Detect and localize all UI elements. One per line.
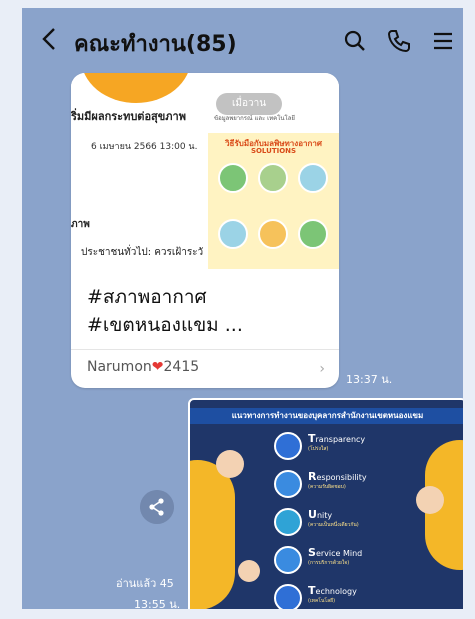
person-illustration xyxy=(416,486,444,514)
solutions-poster: วิธีรับมือกับมลพิษทางอากาศ SOLUTIONS xyxy=(208,133,339,269)
value-word: Service Mind xyxy=(308,546,362,559)
search-icon[interactable] xyxy=(342,28,368,54)
message-time: 13:55 น. xyxy=(134,598,181,609)
read-status: อ่านแล้ว 45 xyxy=(116,577,174,590)
value-description: (การบริการด้วยใจ) xyxy=(308,560,350,566)
post-author[interactable]: Narumon❤2415 xyxy=(87,359,199,375)
post-thumbnail-left: ริ่มมีผลกระทบต่อสุขภาพ 6 เมษายน 2566 13:… xyxy=(71,73,207,269)
author-suffix: 2415 xyxy=(163,359,200,375)
value-letter: S xyxy=(308,546,316,559)
puzzle-icon xyxy=(274,508,302,536)
person-icon xyxy=(274,470,302,498)
left-border xyxy=(0,0,22,619)
value-description: (เทคโนโลยี) xyxy=(308,598,336,604)
date-pill: เมื่อวาน xyxy=(216,93,282,115)
chat-room: คณะทำงาน(85) ริ่มมีผลกระทบต่อสุขภาพ 6 เม… xyxy=(22,8,463,609)
top-border xyxy=(0,0,475,8)
image-title: แนวทางการทำงานของบุคลากรสำนักงานเขตหนองแ… xyxy=(190,408,463,424)
value-letter: T xyxy=(308,432,316,445)
value-rest: ransparency xyxy=(315,435,366,444)
thumbnail-caption: ข้อมูลพยากรณ์ และ เทคโนโลยี xyxy=(214,115,295,122)
value-word: Transparency xyxy=(308,432,365,445)
post-thumbnail-right: เมื่อวาน ข้อมูลพยากรณ์ และ เทคโนโลยี วิธ… xyxy=(208,73,339,269)
value-description: (ความรับผิดชอบ) xyxy=(308,484,346,490)
poster-subtitle: SOLUTIONS xyxy=(250,147,297,155)
value-word: Technology xyxy=(308,584,357,597)
person-illustration xyxy=(216,450,244,478)
shared-post-card[interactable]: ริ่มมีผลกระทบต่อสุขภาพ 6 เมษายน 2566 13:… xyxy=(71,73,339,388)
poster-illustration xyxy=(298,163,328,193)
value-letter: T xyxy=(308,584,316,597)
poster-illustration xyxy=(258,163,288,193)
post-text: #สภาพอากาศ #เขตหนองแขม ... xyxy=(87,283,243,339)
value-rest: esponsibility xyxy=(316,473,367,482)
document-icon xyxy=(274,432,302,460)
poster-illustration xyxy=(298,219,328,249)
poster-illustration xyxy=(258,219,288,249)
chevron-right-icon[interactable]: › xyxy=(319,361,325,377)
chat-title: คณะทำงาน(85) xyxy=(74,32,237,57)
chevron-left-icon[interactable] xyxy=(38,24,60,54)
value-word: Unity xyxy=(308,508,332,521)
value-letter: U xyxy=(308,508,317,521)
share-icon[interactable] xyxy=(140,490,174,524)
right-border xyxy=(463,0,475,619)
person-illustration xyxy=(238,560,260,582)
message-time: 13:37 น. xyxy=(346,373,393,386)
author-name: Narumon xyxy=(87,359,152,375)
menu-icon[interactable] xyxy=(430,28,456,54)
computer-icon xyxy=(274,584,302,609)
value-description: (ความเป็นหนึ่งเดียวกัน) xyxy=(308,522,359,528)
value-rest: nity xyxy=(316,511,333,520)
poster-illustration xyxy=(218,219,248,249)
thumbnail-date: 6 เมษายน 2566 13:00 น. xyxy=(91,142,198,152)
poster-illustration xyxy=(218,163,248,193)
image-message[interactable]: แนวทางการทำงานของบุคลากรสำนักงานเขตหนองแ… xyxy=(188,398,463,609)
value-rest: ervice Mind xyxy=(315,549,363,558)
value-description: (โปร่งใส) xyxy=(308,446,329,452)
bottom-border xyxy=(0,609,475,619)
post-text-line: #สภาพอากาศ xyxy=(87,286,207,308)
service-icon xyxy=(274,546,302,574)
phone-icon[interactable] xyxy=(386,28,412,54)
yellow-shape xyxy=(190,460,235,609)
thumbnail-headline: ริ่มมีผลกระทบต่อสุขภาพ xyxy=(71,110,186,123)
thumbnail-subtext: ประชาชนทั่วไป: ควรเฝ้าระวั xyxy=(81,247,204,258)
divider xyxy=(71,349,339,350)
heart-icon: ❤ xyxy=(151,359,164,375)
value-word: Responsibility xyxy=(308,470,367,483)
sun-graphic xyxy=(81,73,191,103)
chat-header: คณะทำงาน(85) xyxy=(22,8,463,70)
value-rest: echnology xyxy=(315,587,357,596)
thumbnail-label: ภาพ xyxy=(71,219,90,230)
post-text-line: #เขตหนองแขม ... xyxy=(87,314,243,336)
